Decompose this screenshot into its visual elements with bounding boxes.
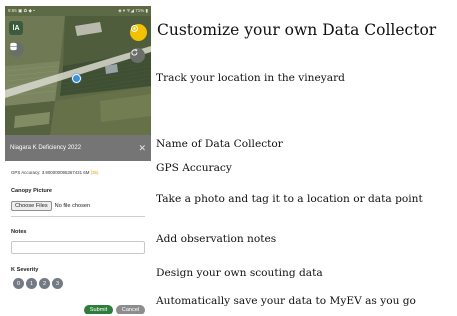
gps-locate-button[interactable] bbox=[130, 24, 147, 41]
collector-title-bar: Niagara K Deficiency 2022 ✕ bbox=[5, 135, 151, 161]
severity-option-3[interactable]: 3 bbox=[52, 278, 63, 289]
caption-track-location: Track your location in the vineyard bbox=[156, 72, 345, 84]
database-icon bbox=[10, 42, 17, 51]
severity-option-0[interactable]: 0 bbox=[13, 278, 24, 289]
refresh-icon bbox=[131, 49, 138, 56]
layers-button[interactable] bbox=[9, 42, 24, 57]
status-bar-left: 9:55 ▣ ✿ ◆ • bbox=[8, 8, 35, 13]
submit-button[interactable]: Submit bbox=[84, 305, 113, 314]
close-icon[interactable]: ✕ bbox=[138, 143, 146, 154]
severity-option-1[interactable]: 1 bbox=[26, 278, 37, 289]
caption-notes: Add observation notes bbox=[156, 233, 277, 245]
app-logo-button[interactable]: lA bbox=[9, 21, 23, 35]
choose-files-button[interactable]: Choose Files bbox=[11, 201, 52, 211]
satellite-map[interactable]: 9:55 ▣ ✿ ◆ • ◈ ▾ ᯤ◢ 71% ▮ lA bbox=[5, 6, 151, 135]
caption-collector-name: Name of Data Collector bbox=[156, 138, 283, 150]
severity-label: K Severity bbox=[11, 267, 39, 273]
gps-accuracy-badge: (36) bbox=[90, 170, 99, 175]
canopy-picture-label: Canopy Picture bbox=[11, 188, 53, 194]
notes-label: Notes bbox=[11, 229, 27, 235]
gps-accuracy-readout: GPS Accuracy: 3.900000095367431 6M (36) bbox=[11, 170, 98, 175]
notes-input[interactable] bbox=[11, 241, 145, 254]
page-heading: Customize your own Data Collector bbox=[157, 21, 437, 39]
divider bbox=[11, 216, 145, 217]
gps-accuracy-value: 3.900000095367431 6M bbox=[41, 170, 90, 175]
file-input[interactable]: Choose Files No file chosen bbox=[11, 201, 90, 211]
refresh-button[interactable] bbox=[130, 48, 145, 63]
caption-take-photo: Take a photo and tag it to a location or… bbox=[156, 193, 423, 205]
phone-screen: 9:55 ▣ ✿ ◆ • ◈ ▾ ᯤ◢ 71% ▮ lA Niagara K D… bbox=[5, 6, 151, 314]
current-location-marker bbox=[72, 74, 81, 83]
status-bar: 9:55 ▣ ✿ ◆ • ◈ ▾ ᯤ◢ 71% ▮ bbox=[5, 6, 151, 16]
app-logo-icon: lA bbox=[12, 24, 20, 32]
crosshair-icon bbox=[131, 25, 138, 32]
severity-option-2[interactable]: 2 bbox=[39, 278, 50, 289]
file-status: No file chosen bbox=[54, 203, 91, 209]
collector-title: Niagara K Deficiency 2022 bbox=[10, 145, 82, 151]
caption-gps-accuracy: GPS Accuracy bbox=[156, 162, 232, 174]
gps-accuracy-label: GPS Accuracy: bbox=[11, 170, 41, 175]
severity-options: 0 1 2 3 bbox=[13, 278, 63, 289]
caption-autosave: Automatically save your data to MyEV as … bbox=[156, 295, 416, 307]
caption-scouting-data: Design your own scouting data bbox=[156, 267, 323, 279]
cancel-button[interactable]: Cancel bbox=[116, 305, 145, 314]
status-bar-right: ◈ ▾ ᯤ◢ 71% ▮ bbox=[118, 8, 148, 13]
